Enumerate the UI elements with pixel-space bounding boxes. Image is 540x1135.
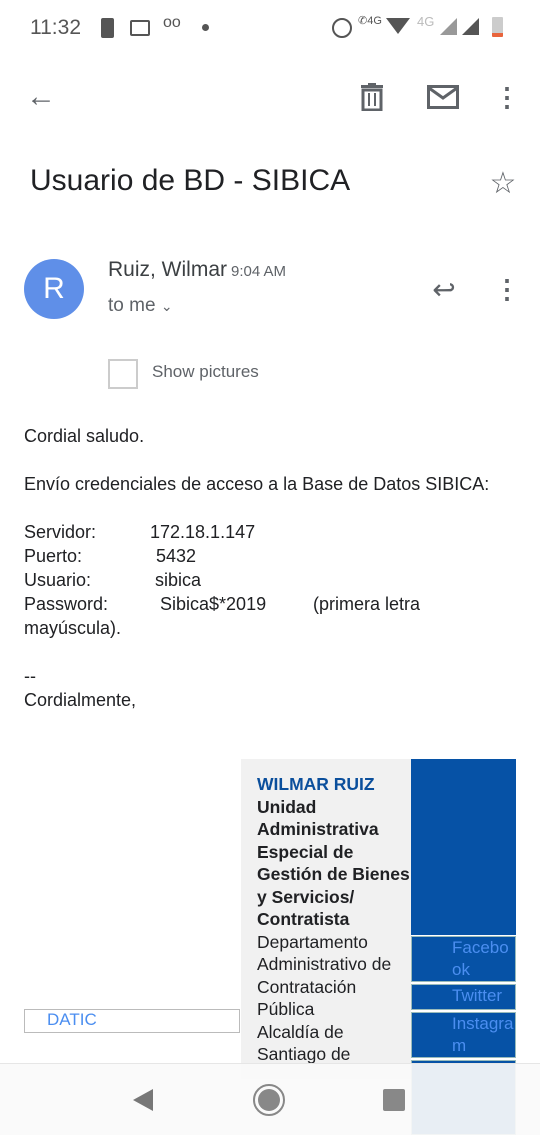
- closing: Cordialmente,: [24, 690, 137, 710]
- intro: Envío credenciales de acceso a la Base d…: [24, 474, 490, 494]
- more-vert-icon[interactable]: ⋮: [494, 274, 520, 304]
- chevron-down-icon: ⌄: [160, 298, 173, 314]
- alert-icon: [101, 18, 114, 38]
- sig-city: Alcaldía de Santiago de: [257, 1021, 351, 1065]
- instagram-link[interactable]: Instagram: [411, 1012, 516, 1058]
- star-icon[interactable]: ☆: [486, 166, 520, 200]
- signal-icon: [462, 18, 479, 35]
- value: Sibica$*2019: [160, 594, 267, 614]
- sender-line: Ruiz, Wilmar 9:04 AM: [108, 258, 286, 282]
- more-vert-icon[interactable]: ⋮: [494, 82, 520, 112]
- mail-icon[interactable]: [426, 82, 460, 112]
- value: 5432: [156, 546, 197, 566]
- value: 172.18.1.147: [150, 522, 256, 542]
- trash-icon[interactable]: [356, 80, 388, 114]
- link-text: Twitter: [452, 986, 503, 1005]
- signature-text: WILMAR RUIZ Unidad Administrativa Especi…: [241, 759, 411, 1079]
- home-nav-icon[interactable]: [253, 1084, 285, 1116]
- link-text: Instagram: [452, 1014, 514, 1055]
- label: Password:: [24, 594, 109, 614]
- clock: 11:32: [30, 16, 81, 39]
- password-row: Password: Sibica$*2019 (primera letra mayú…: [24, 592, 504, 640]
- facebook-link[interactable]: Facebook: [411, 936, 516, 982]
- email-time: 9:04 AM: [231, 263, 287, 280]
- recipient: to me: [108, 295, 156, 316]
- gmail-icon: [130, 20, 150, 36]
- sig-entity: Unidad Administrativa Especial de Gestió…: [257, 796, 410, 930]
- logo-alt: DATIC: [47, 1010, 97, 1029]
- reply-icon[interactable]: ↩: [426, 274, 462, 305]
- network-label-2: 4G: [417, 14, 435, 29]
- signature-banner: [411, 759, 516, 935]
- back-nav-icon[interactable]: [133, 1089, 153, 1111]
- label: Puerto:: [24, 546, 83, 566]
- recipient-toggle[interactable]: to me ⌄: [108, 295, 173, 317]
- server-row: Servidor: 172.18.1.147: [24, 520, 504, 544]
- network-label: 4G: [367, 15, 382, 27]
- twitter-link[interactable]: Twitter: [411, 984, 516, 1010]
- image-icon: [108, 359, 138, 389]
- recents-nav-icon[interactable]: [383, 1089, 405, 1111]
- label: Usuario:: [24, 570, 92, 590]
- email-body: Cordial saludo. Envío credenciales de ac…: [24, 424, 504, 712]
- status-bar: 11:32 oo ✆4G 4G: [0, 0, 540, 56]
- nav-bar: [0, 1063, 540, 1135]
- back-arrow-icon[interactable]: ←: [24, 80, 58, 114]
- separator: --: [24, 666, 36, 686]
- sender-name: Ruiz, Wilmar: [108, 258, 227, 281]
- avatar[interactable]: R: [24, 259, 84, 319]
- port-row: Puerto: 5432: [24, 544, 504, 568]
- greeting: Cordial saludo.: [24, 426, 145, 446]
- sig-department: Departamento Administrativo de Contratac…: [257, 931, 392, 1020]
- email-subject: Usuario de BD - SIBICA: [30, 164, 351, 197]
- battery-icon: [492, 17, 503, 37]
- dot-icon: [202, 24, 209, 31]
- sig-name: WILMAR RUIZ: [257, 774, 375, 794]
- voicemail-icon: oo: [163, 14, 181, 31]
- signal-icon: [440, 18, 457, 35]
- datic-logo[interactable]: DATIC: [24, 1009, 240, 1033]
- value: sibica: [155, 570, 202, 590]
- show-pictures-link[interactable]: Show pictures: [152, 362, 259, 382]
- link-text: Facebook: [452, 938, 509, 979]
- wifi-call-icon: ✆4G: [358, 15, 382, 27]
- wifi-icon: [386, 18, 410, 34]
- user-row: Usuario: sibica: [24, 568, 504, 592]
- label: Servidor:: [24, 522, 97, 542]
- alarm-icon: [332, 18, 352, 38]
